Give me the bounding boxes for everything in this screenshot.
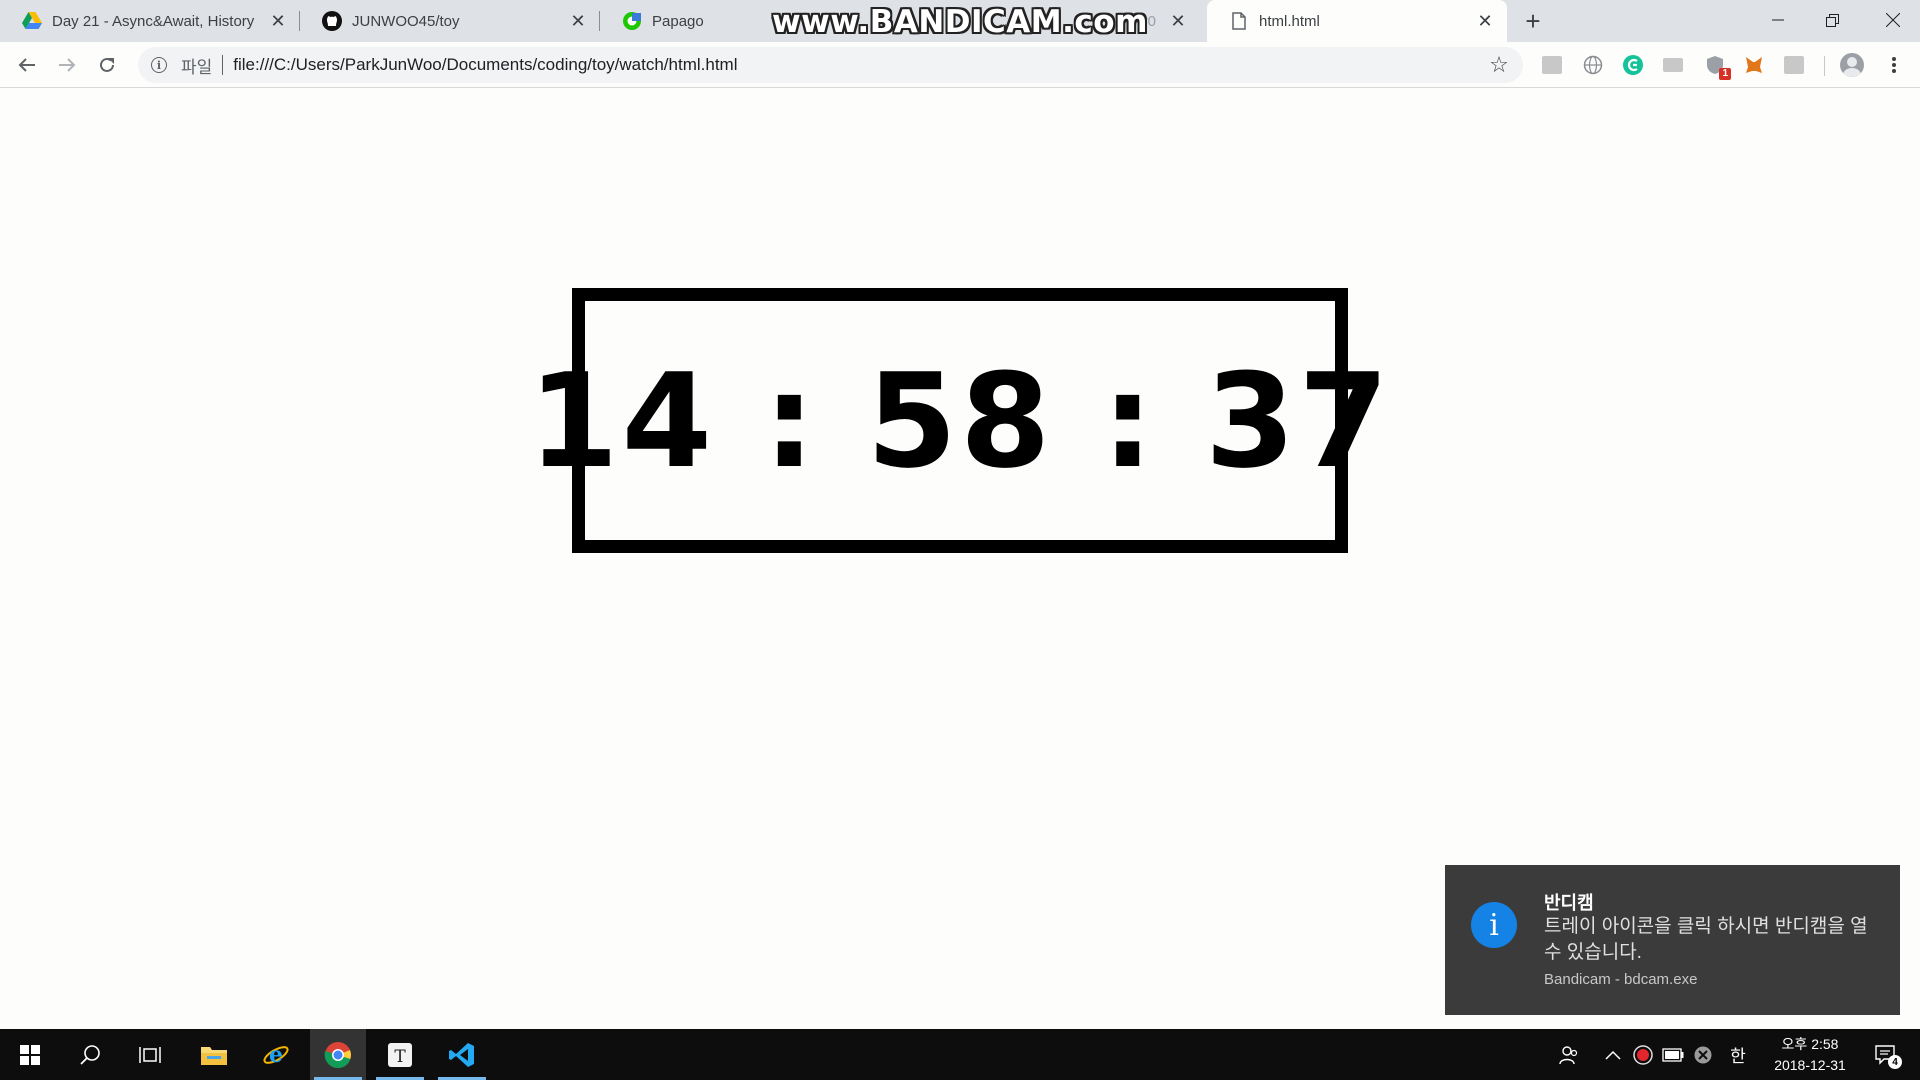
action-center-button[interactable]: 4 xyxy=(1866,1029,1906,1080)
grammarly-extension-icon[interactable] xyxy=(1621,53,1645,77)
minimize-icon xyxy=(1771,19,1784,21)
address-bar[interactable]: i 파일 file:///C:/Users/ParkJunWoo/Documen… xyxy=(138,47,1523,83)
tab-title: html.html xyxy=(1259,12,1320,30)
chevron-up-icon[interactable] xyxy=(1600,1029,1626,1080)
close-icon[interactable]: ✕ xyxy=(1168,11,1188,31)
metamask-extension-icon[interactable] xyxy=(1742,53,1766,77)
close-icon[interactable]: ✕ xyxy=(1475,11,1495,31)
toolbar-divider xyxy=(1824,56,1825,76)
screen-extension-icon[interactable] xyxy=(1661,53,1685,77)
shield-extension-icon[interactable]: 1 xyxy=(1703,53,1731,80)
tab-day21[interactable]: Day 21 - Async&Await, History ✕ xyxy=(0,0,300,42)
windows-logo-icon xyxy=(20,1044,40,1065)
task-view-icon xyxy=(139,1046,161,1063)
scheme-label: 파일 xyxy=(181,57,213,77)
url-separator xyxy=(222,55,224,75)
notification-title: 반디캠 xyxy=(1544,893,1594,913)
svg-text:T: T xyxy=(394,1047,406,1067)
github-icon xyxy=(322,11,342,31)
info-icon[interactable]: i xyxy=(151,57,167,73)
file-icon xyxy=(1229,11,1249,31)
taskbar-date: 2018-12-31 xyxy=(1774,1057,1846,1073)
close-icon[interactable]: ✕ xyxy=(568,11,588,31)
globe-extension-icon[interactable] xyxy=(1581,53,1605,77)
menu-button[interactable] xyxy=(1880,51,1908,79)
svg-text:e: e xyxy=(269,1042,283,1068)
close-icon xyxy=(1885,13,1900,27)
typora-icon: T xyxy=(388,1042,412,1067)
network-disconnected-icon[interactable] xyxy=(1690,1029,1716,1080)
folder-icon xyxy=(201,1046,227,1065)
extension-badge: 1 xyxy=(1719,68,1731,80)
typora-button[interactable]: T xyxy=(372,1029,428,1080)
close-icon[interactable]: ✕ xyxy=(268,11,288,31)
kebab-menu-icon xyxy=(1892,57,1896,73)
chrome-button[interactable] xyxy=(310,1029,366,1080)
forward-button[interactable] xyxy=(51,49,83,81)
restore-button[interactable] xyxy=(1805,0,1860,40)
bookmark-star-icon[interactable]: ☆ xyxy=(1485,51,1513,79)
clock-frame: 14 : 58 : 37 xyxy=(528,288,1389,553)
tab-html[interactable]: html.html ✕ xyxy=(1207,0,1507,42)
tab-title: JUNWOO45/toy xyxy=(352,12,460,30)
google-drive-icon xyxy=(22,11,42,31)
tab-title: Day 21 - Async&Await, History xyxy=(52,12,255,30)
task-view-button[interactable] xyxy=(122,1029,178,1080)
start-button[interactable] xyxy=(2,1029,58,1080)
notification-count-badge: 4 xyxy=(1888,1055,1902,1069)
tab-strip: Day 21 - Async&Await, History ✕ JUNWOO45… xyxy=(0,0,1920,42)
bandicam-watermark: www.BANDICAM.com xyxy=(772,4,1148,40)
notification-body: 트레이 아이콘을 클릭 하시면 반디캠을 열 수 있습니다. xyxy=(1544,916,1868,963)
taskbar-clock[interactable]: 오후 2:58 2018-12-31 xyxy=(1760,1034,1860,1076)
ex-extension-icon[interactable] xyxy=(1782,53,1806,77)
digital-clock: 14 : 58 : 37 xyxy=(528,344,1392,497)
vscode-button[interactable] xyxy=(434,1029,490,1080)
restore-icon xyxy=(1826,13,1839,27)
url-text[interactable]: file:///C:/Users/ParkJunWoo/Documents/co… xyxy=(233,55,737,75)
reload-button[interactable] xyxy=(91,49,123,81)
search-icon xyxy=(80,1044,100,1065)
new-tab-button[interactable]: + xyxy=(1518,6,1548,36)
bandicam-notification[interactable]: i 반디캠 트레이 아이콘을 클릭 하시면 반디캠을 열 수 있습니다. Ban… xyxy=(1445,865,1900,1015)
file-explorer-button[interactable] xyxy=(186,1029,242,1080)
profile-avatar[interactable] xyxy=(1840,53,1864,77)
people-icon[interactable] xyxy=(1556,1029,1582,1080)
battery-icon[interactable] xyxy=(1660,1029,1686,1080)
ime-indicator[interactable]: 한 xyxy=(1724,1029,1752,1080)
back-button[interactable] xyxy=(11,49,43,81)
tab-github[interactable]: JUNWOO45/toy ✕ xyxy=(300,0,600,42)
reload-icon xyxy=(100,57,114,72)
vscode-icon xyxy=(449,1042,474,1067)
papago-icon xyxy=(622,11,642,31)
pdf-extension-icon[interactable] xyxy=(1540,53,1564,77)
internet-explorer-icon: e xyxy=(263,1042,289,1068)
notification-source: Bandicam - bdcam.exe xyxy=(1544,971,1698,988)
search-button[interactable] xyxy=(62,1029,118,1080)
windows-taskbar: e T 한 오후 2:58 2018-12-31 4 xyxy=(0,1029,1920,1080)
close-window-button[interactable] xyxy=(1865,0,1920,40)
info-icon: i xyxy=(1471,902,1517,948)
minimize-button[interactable] xyxy=(1750,0,1805,40)
forward-arrow-icon xyxy=(59,58,76,72)
internet-explorer-button[interactable]: e xyxy=(248,1029,304,1080)
taskbar-time: 오후 2:58 xyxy=(1781,1036,1839,1052)
bandicam-record-icon[interactable] xyxy=(1630,1029,1656,1080)
browser-toolbar: i 파일 file:///C:/Users/ParkJunWoo/Documen… xyxy=(0,42,1920,88)
chrome-icon xyxy=(324,1041,351,1068)
back-arrow-icon xyxy=(18,58,35,72)
